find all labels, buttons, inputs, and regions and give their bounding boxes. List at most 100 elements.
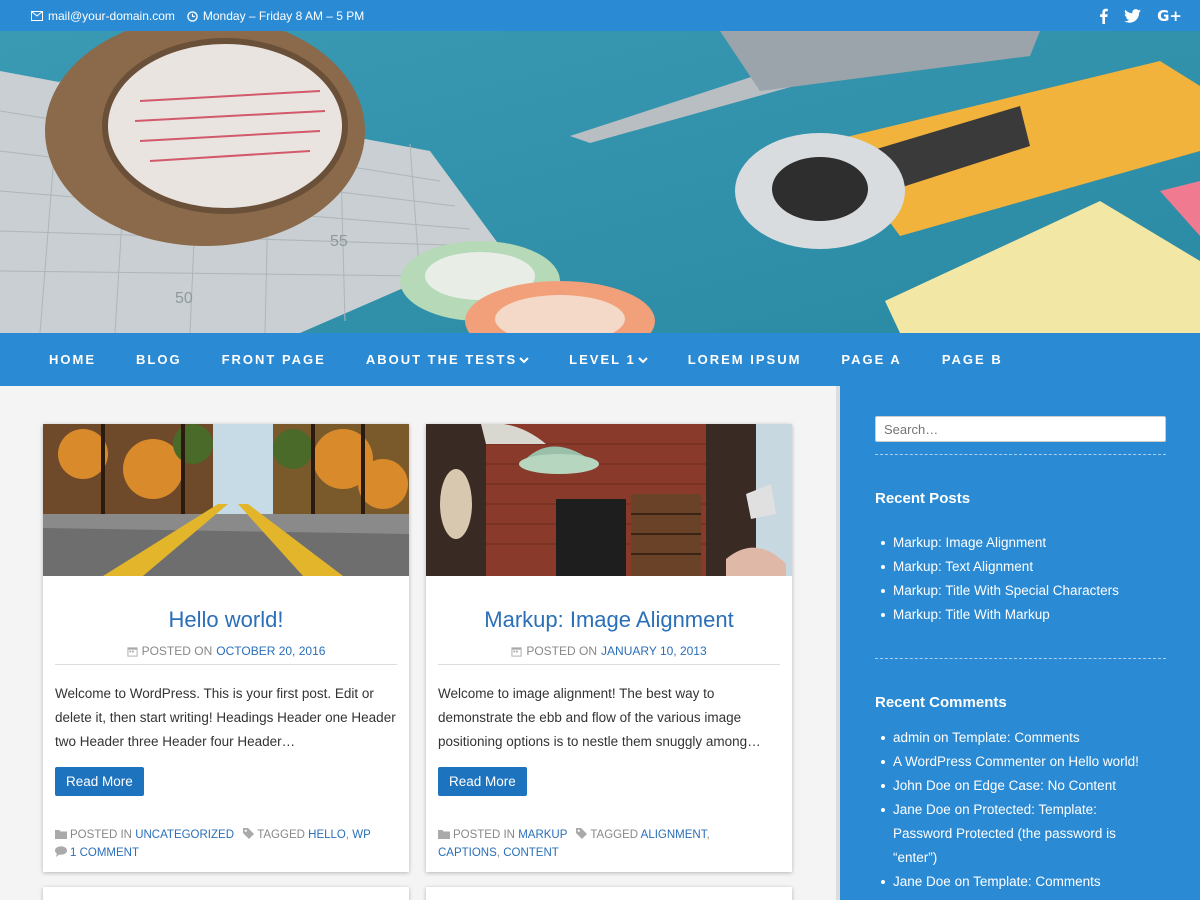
tagged-label: TAGGED <box>257 829 305 841</box>
svg-text:55: 55 <box>330 233 348 250</box>
comment-author[interactable]: Jane Doe <box>893 802 951 817</box>
nav-label: FRONT PAGE <box>221 352 326 367</box>
tag-link[interactable]: WP <box>352 829 371 841</box>
post-thumbnail-shop[interactable] <box>426 424 792 576</box>
chevron-down-icon <box>637 356 648 364</box>
comments-link[interactable]: 1 COMMENT <box>70 847 139 859</box>
list-item: Jane Doe on Template: Comments <box>875 870 1175 894</box>
nav-item-lorem-ipsum[interactable]: LOREM IPSUM <box>668 352 822 367</box>
post-date[interactable]: JANUARY 10, 2013 <box>601 644 707 658</box>
comment-icon <box>55 846 67 857</box>
post-date[interactable]: OCTOBER 20, 2016 <box>216 644 325 658</box>
nav-item-blog[interactable]: BLOG <box>116 352 202 367</box>
envelope-icon <box>31 11 43 21</box>
comment-on: on <box>954 802 970 817</box>
comment-author[interactable]: John Doe <box>893 778 951 793</box>
recent-post-link[interactable]: Markup: Title With Markup <box>893 607 1050 622</box>
read-more-button[interactable]: Read More <box>55 767 144 796</box>
nav-item-page-a[interactable]: PAGE A <box>821 352 921 367</box>
tag-link[interactable]: CAPTIONS <box>438 847 497 859</box>
category-link[interactable]: UNCATEGORIZED <box>135 829 234 841</box>
divider <box>875 658 1166 659</box>
recent-comments-title: Recent Comments <box>875 694 1007 711</box>
nav-label: BLOG <box>136 352 182 367</box>
post-card-partial <box>426 887 792 900</box>
nav-item-level-1[interactable]: LEVEL 1 <box>549 352 668 367</box>
comment-post-link[interactable]: Template: Comments <box>952 730 1080 745</box>
list-item: Markup: Title With Special Characters <box>875 579 1175 603</box>
list-item: Jane Doe on Protected: Template: Passwor… <box>875 798 1137 870</box>
tag-link[interactable]: HELLO <box>308 829 346 841</box>
post-excerpt: Welcome to WordPress. This is your first… <box>55 686 396 749</box>
category-link[interactable]: MARKUP <box>518 829 567 841</box>
nav-label: ABOUT THE TESTS <box>365 352 518 367</box>
folder-icon <box>55 830 67 839</box>
nav-label: PAGE B <box>941 352 1003 367</box>
hours-text: Monday – Friday 8 AM – 5 PM <box>202 9 365 23</box>
nav-item-about-the-tests[interactable]: ABOUT THE TESTS <box>346 352 549 367</box>
tagged-label: TAGGED <box>590 829 639 841</box>
list-item: admin on Template: Comments <box>875 726 1175 750</box>
post-excerpt: Welcome to image alignment! The best way… <box>438 686 761 749</box>
tag-icon <box>243 828 255 839</box>
sidebar: Recent Posts Markup: Image Alignment Mar… <box>840 386 1200 900</box>
posted-on-label: POSTED ON <box>141 644 213 658</box>
posted-in-label: POSTED IN <box>453 829 515 841</box>
social-links: G+ <box>1083 7 1182 25</box>
list-item: Markup: Text Alignment <box>875 555 1175 579</box>
comment-author[interactable]: A WordPress Commenter <box>893 754 1046 769</box>
google-plus-icon[interactable]: G+ <box>1157 7 1182 25</box>
post-card-partial <box>43 887 409 900</box>
comment-post-link[interactable]: Hello world! <box>1068 754 1139 769</box>
comment-post-link[interactable]: Template: Comments <box>973 874 1101 889</box>
recent-post-link[interactable]: Markup: Image Alignment <box>893 535 1046 550</box>
nav-label: HOME <box>49 352 96 367</box>
recent-post-link[interactable]: Markup: Text Alignment <box>893 559 1033 574</box>
post-card: Markup: Image Alignment POSTED ON JANUAR… <box>426 424 792 872</box>
post-thumbnail-road[interactable] <box>43 424 409 576</box>
post-title[interactable]: Markup: Image Alignment <box>426 606 792 634</box>
main-nav: HOME BLOG FRONT PAGE ABOUT THE TESTS LEV… <box>0 333 1200 386</box>
tag-icon <box>576 828 588 839</box>
tag-link[interactable]: CONTENT <box>503 847 559 859</box>
tag-link[interactable]: ALIGNMENT <box>641 829 707 841</box>
hours-item: Monday – Friday 8 AM – 5 PM <box>187 9 364 23</box>
posted-on-label: POSTED ON <box>526 644 598 658</box>
nav-item-home[interactable]: HOME <box>29 352 116 367</box>
nav-label: LOREM IPSUM <box>687 352 802 367</box>
email-text: mail@your-domain.com <box>48 9 175 23</box>
top-bar: mail@your-domain.com Monday – Friday 8 A… <box>0 0 1200 31</box>
post-meta: POSTED ON OCTOBER 20, 2016 <box>43 644 409 658</box>
calendar-icon <box>127 646 138 657</box>
post-footer: POSTED IN UNCATEGORIZED TAGGED HELLO, WP… <box>55 826 397 862</box>
recent-post-link[interactable]: Markup: Title With Special Characters <box>893 583 1119 598</box>
list-item: A WordPress Commenter on Hello world! <box>875 750 1175 774</box>
nav-item-page-b[interactable]: PAGE B <box>922 352 1023 367</box>
comment-author[interactable]: admin <box>893 730 930 745</box>
email-item[interactable]: mail@your-domain.com <box>31 9 175 23</box>
svg-text:50: 50 <box>175 290 193 307</box>
post-title[interactable]: Hello world! <box>43 606 409 634</box>
facebook-icon[interactable] <box>1099 7 1108 24</box>
contact-info: mail@your-domain.com Monday – Friday 8 A… <box>31 9 376 23</box>
nav-label: PAGE A <box>841 352 902 367</box>
comment-on: on <box>933 730 949 745</box>
comment-post-link[interactable]: Edge Case: No Content <box>973 778 1116 793</box>
nav-item-front-page[interactable]: FRONT PAGE <box>202 352 346 367</box>
calendar-icon <box>511 646 522 657</box>
recent-posts-list: Markup: Image Alignment Markup: Text Ali… <box>875 531 1175 627</box>
clock-icon <box>187 10 198 22</box>
recent-comments-list: admin on Template: Comments A WordPress … <box>875 726 1175 894</box>
comment-on: on <box>1049 754 1065 769</box>
twitter-icon[interactable] <box>1124 7 1142 24</box>
read-more-button[interactable]: Read More <box>438 767 527 796</box>
hero-image: 55 50 <box>0 31 1200 333</box>
folder-icon <box>438 830 450 839</box>
chevron-down-icon <box>519 356 529 364</box>
comment-author[interactable]: Jane Doe <box>893 874 951 889</box>
list-item: Markup: Title With Markup <box>875 603 1175 627</box>
comment-on: on <box>954 874 970 889</box>
comment-on: on <box>954 778 970 793</box>
post-card: Hello world! POSTED ON OCTOBER 20, 2016 … <box>43 424 409 872</box>
search-input[interactable] <box>875 416 1166 442</box>
